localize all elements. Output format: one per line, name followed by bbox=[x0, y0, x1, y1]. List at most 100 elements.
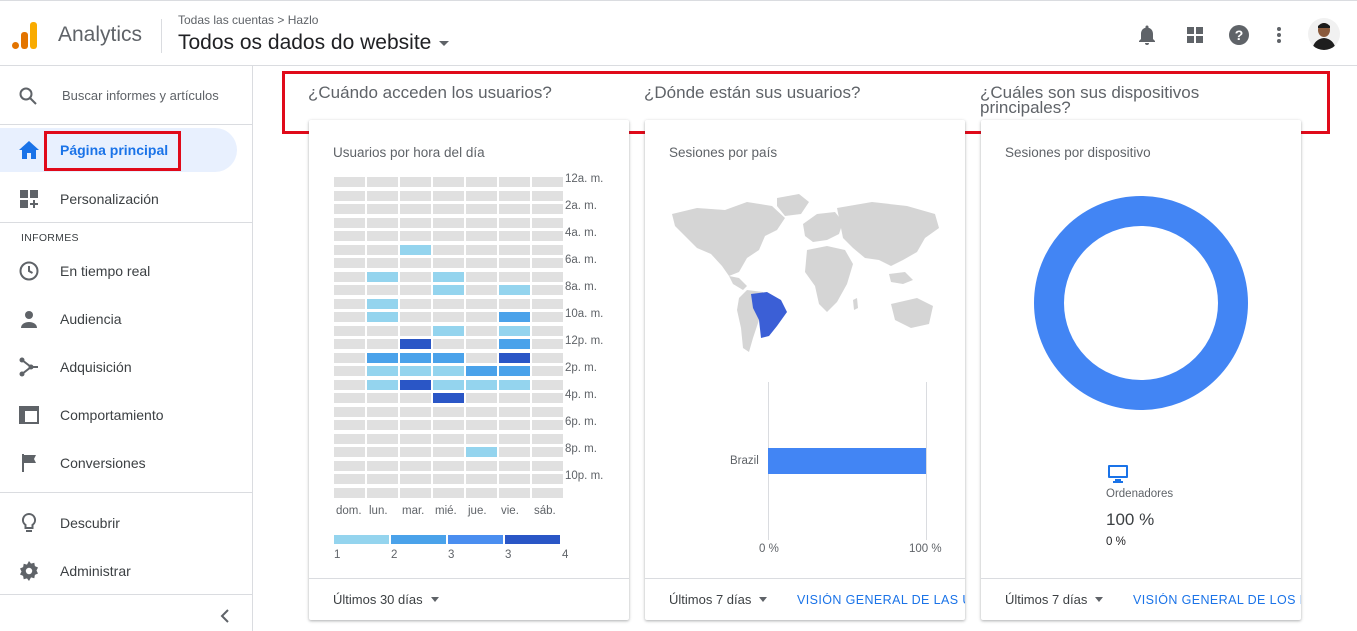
heatmap-cell[interactable] bbox=[532, 379, 563, 390]
collapse-sidebar-icon[interactable] bbox=[218, 608, 234, 624]
heatmap-cell[interactable] bbox=[367, 460, 398, 471]
heatmap-cell[interactable] bbox=[433, 312, 464, 322]
heatmap-cell[interactable] bbox=[532, 474, 563, 484]
heatmap-cell[interactable] bbox=[466, 258, 497, 268]
heatmap-cell[interactable] bbox=[334, 393, 365, 403]
heatmap-cell[interactable] bbox=[367, 298, 398, 309]
heatmap-cell[interactable] bbox=[334, 406, 365, 417]
heatmap-cell[interactable] bbox=[334, 352, 365, 363]
heatmap-cell[interactable] bbox=[400, 352, 431, 363]
heatmap-cell[interactable] bbox=[466, 298, 497, 309]
heatmap-cell[interactable] bbox=[433, 271, 464, 282]
heatmap-cell[interactable] bbox=[433, 406, 464, 417]
heatmap-cell[interactable] bbox=[367, 433, 398, 444]
heatmap-cell[interactable] bbox=[367, 312, 398, 322]
heatmap-cell[interactable] bbox=[466, 204, 497, 214]
heatmap-cell[interactable] bbox=[433, 352, 464, 363]
heatmap-cell[interactable] bbox=[400, 379, 431, 390]
heatmap-cell[interactable] bbox=[400, 204, 431, 214]
heatmap-cell[interactable] bbox=[367, 244, 398, 255]
heatmap-cell[interactable] bbox=[334, 379, 365, 390]
heatmap-cell[interactable] bbox=[400, 312, 431, 322]
heatmap-cell[interactable] bbox=[499, 366, 530, 376]
heatmap-cell[interactable] bbox=[433, 460, 464, 471]
heatmap-cell[interactable] bbox=[334, 258, 365, 268]
heatmap-cell[interactable] bbox=[367, 217, 398, 228]
heatmap-cell[interactable] bbox=[400, 177, 431, 187]
heatmap-cell[interactable] bbox=[367, 487, 398, 498]
heatmap-cell[interactable] bbox=[433, 298, 464, 309]
heatmap-cell[interactable] bbox=[532, 258, 563, 268]
heatmap-cell[interactable] bbox=[433, 231, 464, 241]
heatmap-cell[interactable] bbox=[334, 433, 365, 444]
heatmap-cell[interactable] bbox=[532, 447, 563, 457]
device-donut-chart[interactable] bbox=[1033, 195, 1249, 411]
heatmap-cell[interactable] bbox=[532, 487, 563, 498]
heatmap-cell[interactable] bbox=[466, 190, 497, 201]
heatmap-cell[interactable] bbox=[433, 258, 464, 268]
heatmap-cell[interactable] bbox=[334, 339, 365, 349]
heatmap-cell[interactable] bbox=[433, 244, 464, 255]
heatmap-cell[interactable] bbox=[466, 325, 497, 336]
heatmap-cell[interactable] bbox=[532, 393, 563, 403]
heatmap-cell[interactable] bbox=[367, 231, 398, 241]
heatmap-cell[interactable] bbox=[499, 231, 530, 241]
heatmap-cell[interactable] bbox=[466, 217, 497, 228]
heatmap-cell[interactable] bbox=[499, 487, 530, 498]
heatmap-cell[interactable] bbox=[532, 217, 563, 228]
heatmap-cell[interactable] bbox=[334, 177, 365, 187]
location-overview-link[interactable]: VISIÓN GENERAL DE LAS UB bbox=[797, 593, 965, 607]
donut-slice[interactable] bbox=[1034, 196, 1248, 410]
heatmap-cell[interactable] bbox=[466, 393, 497, 403]
heatmap-cell[interactable] bbox=[400, 447, 431, 457]
heatmap-cell[interactable] bbox=[367, 474, 398, 484]
heatmap-cell[interactable] bbox=[499, 433, 530, 444]
heatmap-cell[interactable] bbox=[334, 420, 365, 430]
heatmap-cell[interactable] bbox=[499, 285, 530, 295]
heatmap-cell[interactable] bbox=[400, 244, 431, 255]
heatmap-cell[interactable] bbox=[367, 339, 398, 349]
bar-brazil[interactable] bbox=[768, 448, 926, 474]
heatmap-cell[interactable] bbox=[499, 406, 530, 417]
more-icon[interactable] bbox=[1268, 24, 1290, 46]
heatmap-cell[interactable] bbox=[367, 352, 398, 363]
heatmap-cell[interactable] bbox=[334, 312, 365, 322]
heatmap-cell[interactable] bbox=[334, 474, 365, 484]
heatmap-cell[interactable] bbox=[466, 447, 497, 457]
device-overview-link[interactable]: VISIÓN GENERAL DE LOS MÓ bbox=[1133, 593, 1301, 607]
heatmap-cell[interactable] bbox=[499, 258, 530, 268]
heatmap-cell[interactable] bbox=[367, 447, 398, 457]
heatmap-cell[interactable] bbox=[499, 244, 530, 255]
heatmap-cell[interactable] bbox=[499, 339, 530, 349]
heatmap-cell[interactable] bbox=[433, 217, 464, 228]
heatmap-cell[interactable] bbox=[400, 285, 431, 295]
heatmap-cell[interactable] bbox=[532, 433, 563, 444]
apps-icon[interactable] bbox=[1184, 24, 1206, 46]
heatmap-cell[interactable] bbox=[466, 352, 497, 363]
heatmap-cell[interactable] bbox=[499, 190, 530, 201]
heatmap-cell[interactable] bbox=[367, 325, 398, 336]
heatmap-cell[interactable] bbox=[433, 325, 464, 336]
heatmap-cell[interactable] bbox=[499, 177, 530, 187]
heatmap-cell[interactable] bbox=[466, 474, 497, 484]
heatmap-cell[interactable] bbox=[532, 231, 563, 241]
heatmap-cell[interactable] bbox=[334, 217, 365, 228]
sidebar-item-realtime[interactable]: En tiempo real bbox=[0, 249, 237, 293]
heatmap-cell[interactable] bbox=[367, 379, 398, 390]
heatmap-cell[interactable] bbox=[400, 217, 431, 228]
heatmap-cell[interactable] bbox=[466, 231, 497, 241]
heatmap-cell[interactable] bbox=[433, 285, 464, 295]
heatmap-cell[interactable] bbox=[466, 312, 497, 322]
heatmap-cell[interactable] bbox=[400, 433, 431, 444]
heatmap-cell[interactable] bbox=[400, 339, 431, 349]
avatar[interactable] bbox=[1308, 18, 1340, 50]
heatmap-cell[interactable] bbox=[400, 298, 431, 309]
heatmap-cell[interactable] bbox=[334, 204, 365, 214]
heatmap-cell[interactable] bbox=[400, 366, 431, 376]
heatmap-cell[interactable] bbox=[334, 298, 365, 309]
heatmap-cell[interactable] bbox=[367, 285, 398, 295]
heatmap-cell[interactable] bbox=[433, 177, 464, 187]
heatmap-cell[interactable] bbox=[433, 433, 464, 444]
heatmap-cell[interactable] bbox=[433, 379, 464, 390]
heatmap-cell[interactable] bbox=[334, 271, 365, 282]
